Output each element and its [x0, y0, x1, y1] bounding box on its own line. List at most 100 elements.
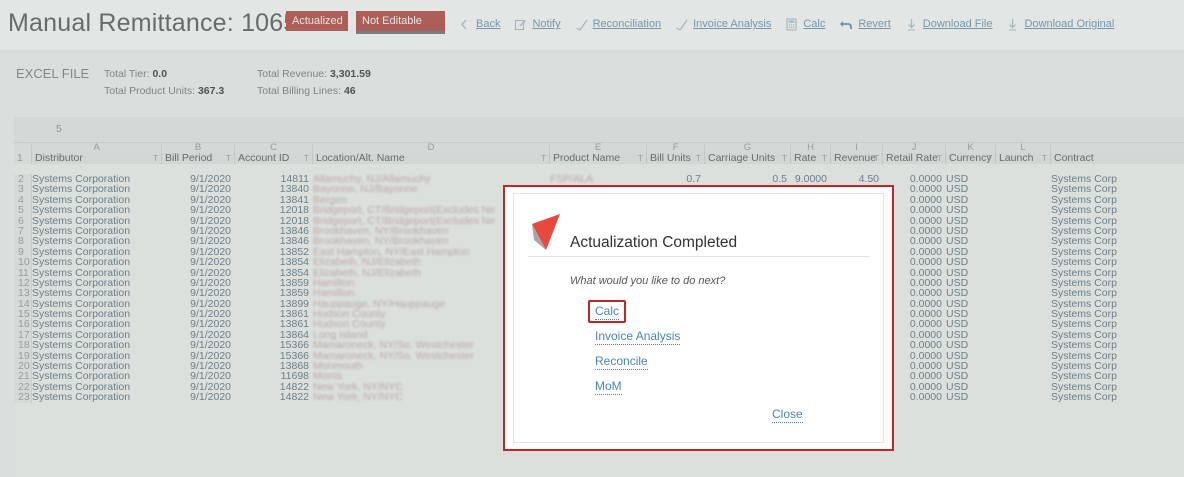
filter-icon[interactable]: T: [304, 153, 309, 164]
table-cell[interactable]: Systems Corp: [1051, 371, 1184, 381]
column-letter[interactable]: H: [791, 143, 831, 153]
table-cell[interactable]: USD: [946, 226, 996, 236]
table-cell[interactable]: [996, 392, 1051, 402]
table-cell[interactable]: Systems Corp: [1051, 278, 1184, 288]
table-cell[interactable]: USD: [946, 371, 996, 381]
table-cell[interactable]: 9/1/2020: [162, 309, 235, 319]
table-cell[interactable]: USD: [946, 257, 996, 267]
table-cell[interactable]: 13854: [235, 257, 313, 267]
back-button[interactable]: Back: [458, 18, 500, 31]
reconcile-link[interactable]: Reconcile: [595, 354, 648, 370]
filter-icon[interactable]: T: [226, 153, 231, 164]
table-cell[interactable]: 4.50: [831, 174, 883, 184]
table-cell[interactable]: Systems Corp: [1051, 340, 1184, 350]
table-cell[interactable]: Systems Corp: [1051, 268, 1184, 278]
calc-link[interactable]: Calc: [595, 304, 620, 320]
table-cell[interactable]: FSP/ALA: [550, 174, 647, 184]
table-cell[interactable]: [996, 236, 1051, 246]
table-cell[interactable]: Systems Corporation: [32, 351, 162, 361]
table-cell[interactable]: Allamuchy, NJ/Allamuchy: [313, 174, 550, 184]
table-cell[interactable]: Systems Corporation: [32, 340, 162, 350]
table-cell[interactable]: Systems Corporation: [32, 257, 162, 267]
column-header[interactable]: Currency T: [946, 153, 996, 164]
invoice-analysis-button[interactable]: Invoice Analysis: [675, 18, 771, 31]
table-cell[interactable]: [996, 330, 1051, 340]
table-cell[interactable]: [996, 257, 1051, 267]
filter-icon[interactable]: T: [822, 153, 827, 164]
table-cell[interactable]: 15366: [235, 340, 313, 350]
filter-icon[interactable]: T: [696, 153, 701, 164]
table-cell[interactable]: 13859: [235, 278, 313, 288]
table-cell[interactable]: USD: [946, 382, 996, 392]
table-cell[interactable]: 14822: [235, 382, 313, 392]
table-cell[interactable]: 9/1/2020: [162, 268, 235, 278]
table-cell[interactable]: 9/1/2020: [162, 257, 235, 267]
download-file-button[interactable]: Download File: [905, 18, 992, 31]
column-header[interactable]: Account ID T: [235, 153, 313, 164]
table-cell[interactable]: USD: [946, 278, 996, 288]
column-letter[interactable]: L: [996, 143, 1051, 153]
table-cell[interactable]: 9/1/2020: [162, 184, 235, 194]
column-header[interactable]: Bill Units T: [647, 153, 705, 164]
table-cell[interactable]: 9/1/2020: [162, 247, 235, 257]
table-cell[interactable]: Systems Corporation: [32, 330, 162, 340]
column-letter[interactable]: K: [946, 143, 996, 153]
filter-icon[interactable]: T: [153, 153, 158, 164]
table-cell[interactable]: 14811: [235, 174, 313, 184]
filter-icon[interactable]: T: [987, 153, 992, 164]
table-cell[interactable]: USD: [946, 361, 996, 371]
revert-button[interactable]: Revert: [839, 18, 891, 31]
column-header[interactable]: Launch T: [996, 153, 1051, 164]
table-cell[interactable]: 13854: [235, 268, 313, 278]
column-header[interactable]: Retail Rate T: [883, 153, 946, 164]
table-cell[interactable]: [996, 371, 1051, 381]
table-cell[interactable]: [996, 247, 1051, 257]
table-cell[interactable]: 9/1/2020: [162, 392, 235, 402]
table-cell[interactable]: USD: [946, 205, 996, 215]
table-cell[interactable]: 9/1/2020: [162, 216, 235, 226]
table-cell[interactable]: [996, 184, 1051, 194]
table-cell[interactable]: 12018: [235, 205, 313, 215]
column-header[interactable]: Carriage Units T: [705, 153, 791, 164]
table-cell[interactable]: 0.0000: [883, 174, 946, 184]
table-cell[interactable]: USD: [946, 174, 996, 184]
table-cell[interactable]: 14822: [235, 392, 313, 402]
table-cell[interactable]: USD: [946, 319, 996, 329]
column-letter[interactable]: C: [235, 143, 313, 153]
calc-button[interactable]: Calc: [785, 17, 825, 31]
table-cell[interactable]: 9/1/2020: [162, 174, 235, 184]
column-letter[interactable]: A: [32, 143, 162, 153]
table-cell[interactable]: Systems Corp: [1051, 309, 1184, 319]
table-cell[interactable]: [996, 319, 1051, 329]
table-cell[interactable]: 13846: [235, 226, 313, 236]
table-cell[interactable]: Systems Corporation: [32, 361, 162, 371]
table-cell[interactable]: 9/1/2020: [162, 319, 235, 329]
table-cell[interactable]: Systems Corporation: [32, 278, 162, 288]
table-cell[interactable]: Systems Corporation: [32, 195, 162, 205]
table-cell[interactable]: 9/1/2020: [162, 340, 235, 350]
table-cell[interactable]: 13846: [235, 236, 313, 246]
table-cell[interactable]: 13859: [235, 288, 313, 298]
table-cell[interactable]: [996, 382, 1051, 392]
table-cell[interactable]: [996, 226, 1051, 236]
table-cell[interactable]: [996, 299, 1051, 309]
column-letter[interactable]: E: [550, 143, 647, 153]
table-cell[interactable]: Systems Corporation: [32, 247, 162, 257]
column-letter[interactable]: J: [883, 143, 946, 153]
table-cell[interactable]: 9/1/2020: [162, 278, 235, 288]
column-letter[interactable]: G: [705, 143, 791, 153]
table-cell[interactable]: Systems Corp: [1051, 288, 1184, 298]
notify-button[interactable]: Notify: [514, 18, 561, 31]
table-cell[interactable]: USD: [946, 195, 996, 205]
filter-icon[interactable]: T: [1042, 153, 1047, 164]
table-cell[interactable]: 0.5: [705, 174, 791, 184]
table-cell[interactable]: 9/1/2020: [162, 205, 235, 215]
table-cell[interactable]: 13861: [235, 319, 313, 329]
filter-icon[interactable]: T: [874, 153, 879, 164]
table-cell[interactable]: [996, 174, 1051, 184]
table-cell[interactable]: Systems Corp: [1051, 319, 1184, 329]
column-header[interactable]: Distributor T: [32, 153, 162, 164]
filter-icon[interactable]: T: [782, 153, 787, 164]
table-cell[interactable]: [996, 309, 1051, 319]
table-cell[interactable]: Systems Corporation: [32, 174, 162, 184]
